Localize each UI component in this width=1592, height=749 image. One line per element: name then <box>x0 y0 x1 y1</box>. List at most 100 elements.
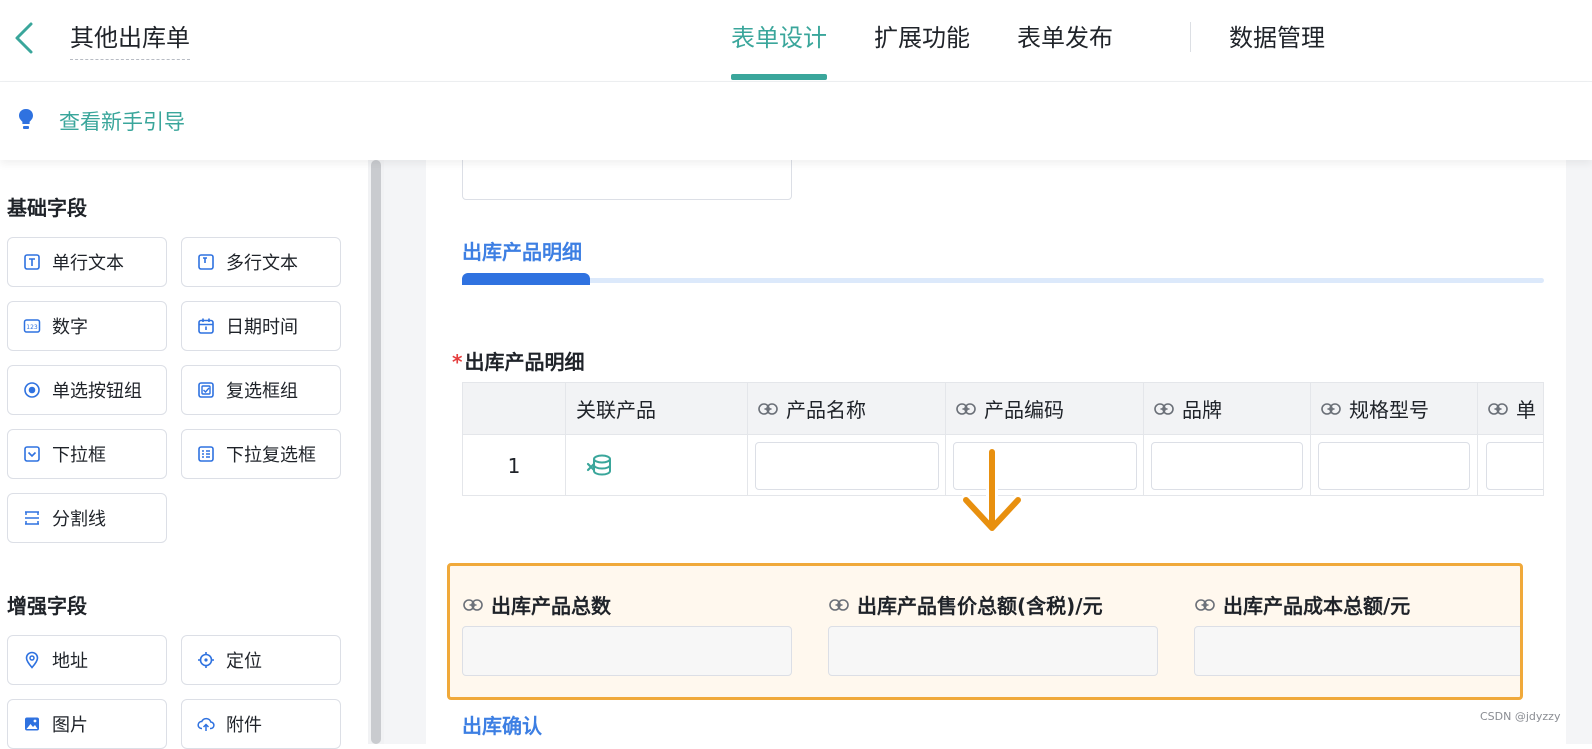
checkbox-icon <box>196 380 216 400</box>
field-label: 地址 <box>52 651 88 672</box>
link-icon <box>1321 402 1341 415</box>
column-label: 单 <box>1516 398 1536 422</box>
subtable-title-text: 出库产品明细 <box>464 350 585 374</box>
subtable-title: * 出库产品明细 <box>452 346 584 375</box>
sale-total-input[interactable] <box>828 626 1158 676</box>
field-label: 数字 <box>52 317 88 338</box>
table-header-spec-model[interactable]: 规格型号 <box>1311 383 1478 435</box>
top-navigation-bar: 其他出库单 表单设计 扩展功能 表单发布 数据管理 <box>0 0 1592 82</box>
summary-label-cost-total: 出库产品成本总额/元 <box>1195 590 1410 619</box>
section-tab-track <box>462 278 1544 283</box>
guide-bar: 查看新手引导 <box>0 82 1592 160</box>
dropdown-icon <box>22 444 42 464</box>
chevron-left-icon <box>15 22 33 54</box>
palette-scrollbar[interactable] <box>371 160 381 744</box>
summary-label-sale-total: 出库产品售价总额(含税)/元 <box>829 590 1103 619</box>
product-name-cell <box>748 435 946 495</box>
lightbulb-icon <box>19 109 33 129</box>
watermark: CSDN @jdyzzy <box>1480 710 1561 723</box>
link-icon <box>758 402 778 415</box>
field-single-line-text[interactable]: 单行文本 <box>7 237 167 287</box>
column-label: 产品编码 <box>984 398 1064 422</box>
text-field-icon <box>22 252 42 272</box>
column-label: 关联产品 <box>576 398 656 422</box>
table-header-brand[interactable]: 品牌 <box>1144 383 1311 435</box>
link-icon <box>1154 402 1174 415</box>
field-label: 日期时间 <box>226 317 298 338</box>
table-header-product-code[interactable]: 产品编码 <box>946 383 1144 435</box>
link-icon <box>1195 598 1215 611</box>
link-icon <box>829 598 849 611</box>
field-attachment[interactable]: 附件 <box>181 699 341 749</box>
crosshair-icon <box>196 650 216 670</box>
field-location[interactable]: 定位 <box>181 635 341 685</box>
field-radio-group[interactable]: 单选按钮组 <box>7 365 167 415</box>
link-icon <box>1488 402 1508 415</box>
nav-divider <box>1190 22 1191 52</box>
field-palette: 基础字段 单行文本 多行文本 123 数字 日期时间 单选按钮组 复选框组 下拉… <box>0 160 368 749</box>
radio-icon <box>22 380 42 400</box>
field-address[interactable]: 地址 <box>7 635 167 685</box>
arrow-down-icon <box>960 448 1024 534</box>
field-label: 多行文本 <box>226 253 298 274</box>
beginner-guide-link[interactable]: 查看新手引导 <box>59 106 185 136</box>
unit-cell <box>1478 435 1543 495</box>
basic-fields-title: 基础字段 <box>7 196 87 220</box>
summary-fields-highlight: 出库产品总数 出库产品售价总额(含税)/元 出库产品成本总额/元 <box>447 563 1523 700</box>
section-tab-product-details[interactable]: 出库产品明细 <box>462 236 582 265</box>
textarea-icon <box>196 252 216 272</box>
field-label: 单行文本 <box>52 253 124 274</box>
summary-label-text: 出库产品总数 <box>491 594 611 618</box>
tab-form-design[interactable]: 表单设计 <box>731 18 827 80</box>
field-datetime[interactable]: 日期时间 <box>181 301 341 351</box>
table-header-index <box>463 383 566 435</box>
cost-total-input[interactable] <box>1194 626 1520 676</box>
image-icon <box>22 714 42 734</box>
brand-input[interactable] <box>1151 442 1303 490</box>
upload-cloud-icon <box>196 714 216 734</box>
field-multi-line-text[interactable]: 多行文本 <box>181 237 341 287</box>
field-label: 定位 <box>226 651 262 672</box>
field-label: 图片 <box>52 715 88 736</box>
field-label: 复选框组 <box>226 381 298 402</box>
field-dropdown[interactable]: 下拉框 <box>7 429 167 479</box>
column-label: 规格型号 <box>1349 398 1429 422</box>
summary-label-total-count: 出库产品总数 <box>463 590 611 619</box>
field-label: 下拉框 <box>52 445 106 466</box>
column-label: 产品名称 <box>786 398 866 422</box>
tab-data-management[interactable]: 数据管理 <box>1229 18 1325 80</box>
related-product-cell[interactable] <box>566 435 748 495</box>
svg-text:123: 123 <box>26 324 38 331</box>
spec-model-input[interactable] <box>1318 442 1470 490</box>
field-image[interactable]: 图片 <box>7 699 167 749</box>
field-multi-select[interactable]: 下拉复选框 <box>181 429 341 479</box>
section-tab-outbound-confirm[interactable]: 出库确认 <box>462 710 542 739</box>
tab-extensions[interactable]: 扩展功能 <box>874 18 970 80</box>
row-number: 1 <box>463 435 566 495</box>
table-header-related-product[interactable]: 关联产品 <box>566 383 748 435</box>
product-relation-icon <box>586 454 611 476</box>
field-label: 单选按钮组 <box>52 381 142 402</box>
field-divider[interactable]: 分割线 <box>7 493 167 543</box>
number-icon: 123 <box>22 316 42 336</box>
location-pin-icon <box>22 650 42 670</box>
unit-input[interactable] <box>1486 442 1543 490</box>
table-header-product-name[interactable]: 产品名称 <box>748 383 946 435</box>
back-button[interactable] <box>8 18 40 58</box>
total-count-input[interactable] <box>462 626 792 676</box>
enhanced-fields-title: 增强字段 <box>7 594 87 618</box>
summary-label-text: 出库产品成本总额/元 <box>1223 594 1411 618</box>
tab-form-publish[interactable]: 表单发布 <box>1017 18 1113 80</box>
field-checkbox-group[interactable]: 复选框组 <box>181 365 341 415</box>
product-name-input[interactable] <box>754 442 939 490</box>
divider-icon <box>22 508 42 528</box>
form-title[interactable]: 其他出库单 <box>70 18 190 60</box>
field-label: 分割线 <box>52 509 106 530</box>
field-label: 下拉复选框 <box>226 445 316 466</box>
field-number[interactable]: 123 数字 <box>7 301 167 351</box>
required-mark: * <box>452 350 463 374</box>
brand-cell <box>1144 435 1311 495</box>
table-header-unit[interactable]: 单 <box>1478 383 1543 435</box>
link-icon <box>463 598 483 611</box>
link-icon <box>956 402 976 415</box>
